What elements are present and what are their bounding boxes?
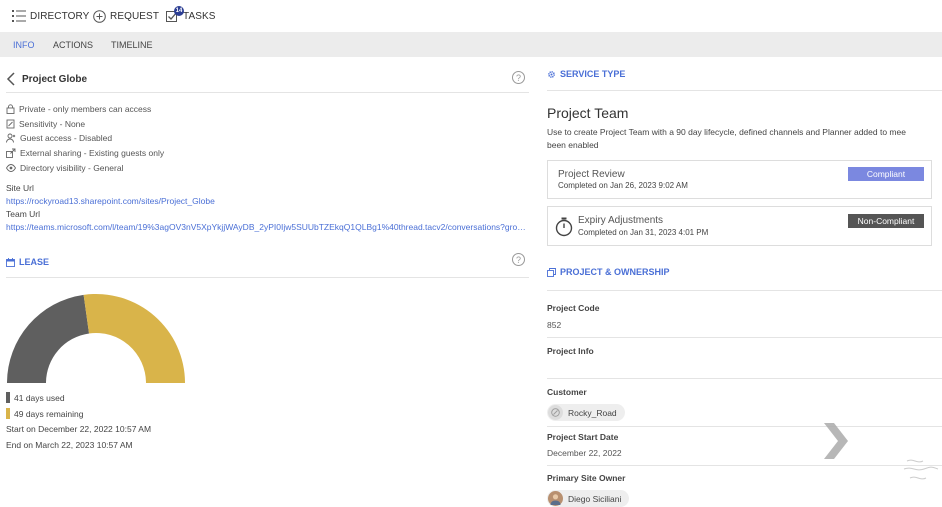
visibility-property: Directory visibility - General	[6, 163, 123, 173]
sensitivity-text: Sensitivity - None	[19, 119, 86, 129]
divider	[6, 92, 529, 93]
compliant-status-badge: Compliant	[848, 167, 924, 181]
ownership-section-title: PROJECT & OWNERSHIP	[547, 267, 670, 277]
guest-access-text: Guest access - Disabled	[20, 133, 113, 143]
back-chevron-icon[interactable]	[6, 72, 16, 86]
customer-label: Customer	[547, 387, 587, 397]
customer-logo-icon	[551, 408, 560, 417]
gauge-used-segment	[7, 294, 90, 383]
divider	[6, 277, 529, 278]
expiry-completed: Completed on Jan 31, 2023 4:01 PM	[578, 228, 709, 237]
external-sharing-icon	[6, 148, 16, 158]
divider	[547, 378, 942, 379]
customer-name: Rocky_Road	[568, 407, 617, 418]
service-type-label: SERVICE TYPE	[560, 69, 626, 79]
tasks-icon-wrap: 14	[166, 5, 184, 23]
divider	[547, 465, 942, 466]
service-name: Project Team	[547, 105, 629, 121]
divider	[547, 90, 942, 91]
guest-access-icon	[6, 133, 16, 143]
service-description-line2: been enabled	[547, 140, 599, 150]
service-description-line1: Use to create Project Team with a 90 day…	[547, 127, 906, 137]
directory-nav-button[interactable]: DIRECTORY	[12, 7, 89, 25]
used-days-label: 41 days used	[14, 392, 65, 403]
directory-nav-label: DIRECTORY	[30, 10, 90, 22]
project-help-icon[interactable]: ?	[512, 71, 525, 84]
owner-avatar	[548, 491, 563, 506]
copy-icon	[547, 267, 556, 277]
remaining-swatch	[6, 408, 10, 419]
start-date-value: December 22, 2022	[547, 448, 622, 458]
timer-icon	[555, 217, 573, 237]
lease-start-text: Start on December 22, 2022 10:57 AM	[6, 424, 152, 434]
sensitivity-property: Sensitivity - None	[6, 119, 85, 129]
project-header: Project Globe	[6, 72, 87, 86]
ownership-title: PROJECT & OWNERSHIP	[560, 267, 670, 277]
project-title: Project Globe	[22, 73, 88, 85]
remaining-days-label: 49 days remaining	[14, 408, 84, 419]
chevron-right-icon[interactable]	[820, 421, 850, 461]
gauge-remaining-segment	[83, 294, 185, 383]
top-nav: DIRECTORY REQUEST 14 TASKS	[0, 0, 942, 31]
team-url-label: Team Url	[6, 209, 41, 219]
person-avatar-icon	[550, 494, 561, 505]
project-code-label: Project Code	[547, 303, 600, 313]
start-date-label: Project Start Date	[547, 432, 619, 442]
tab-actions[interactable]: ACTIONS	[53, 40, 93, 50]
eye-icon	[6, 164, 16, 172]
tasks-nav-button[interactable]: 14 TASKS	[166, 5, 216, 25]
service-type-title: SERVICE TYPE	[547, 69, 625, 79]
lease-section-title: LEASE	[6, 257, 49, 267]
review-completed: Completed on Jan 26, 2023 9:02 AM	[558, 181, 688, 190]
divider	[547, 337, 942, 338]
team-url-link[interactable]: https://teams.microsoft.com/l/team/19%3a…	[6, 222, 528, 232]
tab-bar: INFO ACTIONS TIMELINE	[0, 32, 942, 57]
privacy-property: Private - only members can access	[6, 104, 151, 114]
review-title: Project Review	[558, 169, 625, 180]
lock-icon	[6, 104, 15, 114]
project-info-label: Project Info	[547, 346, 594, 356]
tab-timeline[interactable]: TIMELINE	[111, 40, 153, 50]
lease-end-text: End on March 22, 2023 10:57 AM	[6, 440, 133, 450]
gear-icon	[548, 70, 555, 78]
lease-title: LEASE	[19, 257, 50, 267]
customer-avatar	[548, 405, 563, 420]
tasks-nav-label: TASKS	[183, 10, 216, 22]
visibility-text: Directory visibility - General	[20, 163, 124, 173]
directory-icon	[12, 10, 26, 22]
sensitivity-icon	[6, 119, 15, 129]
expiry-adjustments-card[interactable]: Expiry Adjustments Completed on Jan 31, …	[547, 206, 932, 246]
owner-label: Primary Site Owner	[547, 473, 626, 483]
used-swatch	[6, 392, 10, 403]
privacy-text: Private - only members can access	[19, 104, 152, 114]
lease-help-icon[interactable]: ?	[512, 253, 525, 266]
non-compliant-status-badge: Non-Compliant	[848, 214, 924, 228]
watermark-decoration	[903, 459, 939, 480]
customer-chip[interactable]: Rocky_Road	[547, 404, 625, 421]
project-review-card[interactable]: Project Review Completed on Jan 26, 2023…	[547, 160, 932, 199]
owner-chip[interactable]: Diego Siciliani	[547, 490, 630, 507]
external-sharing-property: External sharing - Existing guests only	[6, 148, 164, 158]
divider	[547, 290, 942, 291]
site-url-label: Site Url	[6, 183, 34, 193]
tab-info[interactable]: INFO	[13, 40, 35, 50]
lease-gauge-chart	[7, 294, 185, 383]
request-nav-label: REQUEST	[110, 10, 160, 22]
owner-name: Diego Siciliani	[568, 493, 622, 504]
project-details-panel: Project Globe ? Private - only members c…	[0, 58, 535, 507]
guest-access-property: Guest access - Disabled	[6, 133, 112, 143]
project-code-value: 852	[547, 320, 562, 330]
legend-remaining: 49 days remaining	[6, 408, 83, 419]
plus-circle-icon	[93, 9, 106, 23]
tasks-count-badge: 14	[174, 5, 184, 16]
external-sharing-text: External sharing - Existing guests only	[20, 148, 165, 158]
site-url-link[interactable]: https://rockyroad13.sharepoint.com/sites…	[6, 196, 526, 206]
legend-used: 41 days used	[6, 392, 65, 403]
calendar-icon	[6, 257, 15, 267]
expiry-title: Expiry Adjustments	[578, 215, 664, 226]
request-nav-button[interactable]: REQUEST	[93, 7, 159, 25]
service-panel: SERVICE TYPE Project Team Use to create …	[547, 58, 942, 507]
divider	[547, 426, 942, 427]
